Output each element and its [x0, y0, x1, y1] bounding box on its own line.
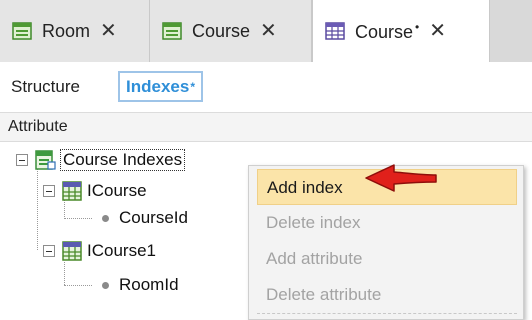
close-icon[interactable]: ✕ — [100, 21, 117, 41]
tree-attribute-node[interactable]: CourseId — [102, 208, 188, 228]
modified-marker: * — [190, 79, 195, 94]
tab-strip-empty-area — [490, 0, 532, 62]
tree-node-label: CourseId — [119, 208, 188, 227]
collapse-toggle-icon[interactable] — [43, 245, 55, 257]
table-grid-icon — [325, 22, 345, 40]
red-arrow-icon — [365, 164, 437, 192]
tree-node-label: Course Indexes — [60, 149, 186, 171]
attribute-column-header[interactable]: Attribute — [0, 112, 532, 142]
menu-item-delete-index[interactable]: Delete index — [257, 205, 517, 241]
tree-attribute-node[interactable]: RoomId — [102, 275, 179, 295]
tab-course-table[interactable]: Course • ✕ — [312, 0, 490, 62]
subtab-structure[interactable]: Structure — [11, 71, 80, 102]
index-icon — [62, 181, 82, 201]
tree-root-node[interactable]: Course Indexes — [16, 149, 186, 171]
close-icon[interactable]: ✕ — [429, 21, 446, 41]
transaction-form-icon — [12, 22, 32, 40]
menu-item-add-attribute[interactable]: Add attribute — [257, 241, 517, 277]
attribute-bullet-icon — [102, 281, 109, 289]
tab-label: Course — [192, 20, 251, 41]
tab-label-text: Course — [355, 21, 414, 42]
tree-index-node[interactable]: ICourse1 — [43, 240, 156, 262]
modified-marker: • — [415, 19, 420, 34]
tree-connector — [64, 218, 92, 219]
indexes-icon — [35, 150, 56, 170]
attribute-bullet-icon — [102, 214, 109, 222]
menu-item-delete-attribute[interactable]: Delete attribute — [257, 277, 517, 313]
collapse-toggle-icon[interactable] — [43, 185, 55, 197]
subtab-indexes[interactable]: Indexes * — [118, 71, 203, 102]
transaction-form-icon — [162, 22, 182, 40]
tree-connector — [64, 285, 92, 286]
tree-node-label: ICourse1 — [87, 241, 156, 260]
object-subtabs: Structure Indexes * — [0, 62, 532, 110]
index-icon — [62, 241, 82, 261]
close-icon[interactable]: ✕ — [260, 21, 277, 41]
tab-label: Room — [42, 20, 91, 41]
tab-course-transaction[interactable]: Course ✕ — [150, 0, 312, 62]
tree-node-label: RoomId — [119, 275, 179, 294]
tree-index-node[interactable]: ICourse — [43, 180, 147, 202]
collapse-toggle-icon[interactable] — [16, 154, 28, 166]
menu-separator — [257, 313, 517, 314]
tab-room[interactable]: Room ✕ — [0, 0, 150, 62]
tree-connector — [37, 164, 38, 250]
tab-label: Course • — [355, 20, 419, 43]
document-tab-strip: Room ✕ Course ✕ Course • ✕ — [0, 0, 532, 62]
subtab-indexes-label: Indexes — [126, 76, 190, 96]
tree-node-label: ICourse — [87, 181, 147, 200]
tree-connector — [64, 262, 65, 285]
